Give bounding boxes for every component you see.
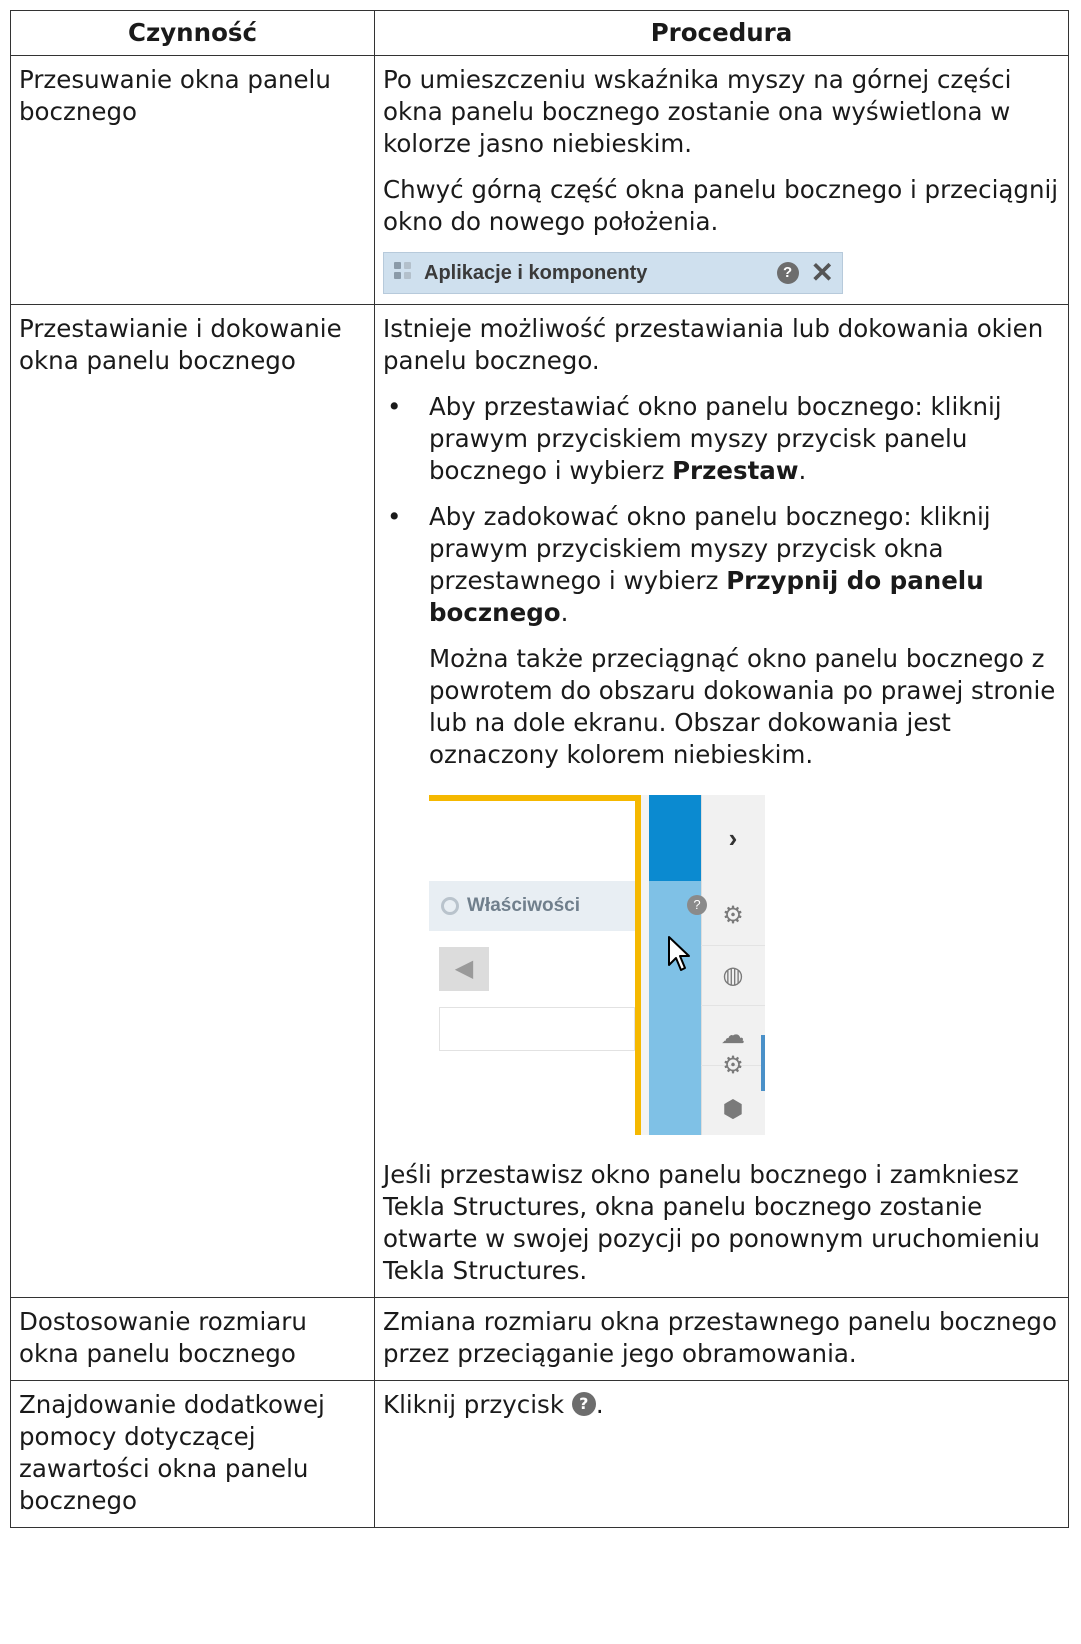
titlebar-label: Aplikacje i komponenty [424,262,648,284]
settings-icon: ⚙ [701,887,765,946]
paragraph: Istnieje możliwość przestawiania lub dok… [383,314,1044,375]
help-icon: ? [776,262,799,284]
paragraph: Kliknij przycisk [383,1390,565,1419]
bullet-bold-text: Przestaw [672,456,799,485]
table-row: Przesuwanie okna panelu bocznego Po umie… [10,55,1069,305]
procedure-cell: Kliknij przycisk ?. [374,1380,1069,1528]
table-row: Przestawianie i dokowanie okna panelu bo… [10,304,1069,1298]
mouse-cursor-icon [668,936,690,971]
bullet-text: . [560,598,569,627]
procedure-cell: Po umieszczeniu wskaźnika myszy na górne… [374,55,1069,305]
paragraph: Chwyć górną część okna panelu bocznego i… [383,175,1059,236]
chevron-right-icon: › [728,823,738,853]
docking-area-highlight [649,795,701,881]
bullet-icon: • [387,502,402,531]
paragraph: Można także przeciągnąć okno panelu bocz… [429,644,1056,769]
sidebar-titlebar-screenshot: Aplikacje i komponenty ? ✕ [383,252,843,294]
panel-title: Właściwości [467,895,580,916]
cube-icon: ⬢ [722,1096,744,1123]
header-procedure: Procedura [374,10,1069,56]
paragraph: Po umieszczeniu wskaźnika myszy na górne… [383,65,1012,158]
globe-icon: ◍ [701,947,765,1006]
close-icon: ✕ [810,257,834,288]
procedure-table: Czynność Procedura Przesuwanie okna pane… [10,10,1069,1528]
procedure-cell: Istnieje możliwość przestawiania lub dok… [374,304,1069,1298]
list-item: • Aby przestawiać okno panelu bocznego: k… [383,391,1060,487]
paragraph: Zmiana rozmiaru okna przestawnego panelu… [383,1307,1057,1368]
table-row: Dostosowanie rozmiaru okna panelu boczne… [10,1297,1069,1381]
input-field [439,1007,635,1051]
docking-screenshot: Właściwości ◀ › ? ⚙ ◍ ☁ ⚙ ⬢ [429,795,765,1135]
panel-border [429,795,641,801]
back-arrow-icon: ◀ [439,947,489,991]
panel-titlebar: Właściwości [429,881,635,931]
procedure-cell: Zmiana rozmiaru okna przestawnego panelu… [374,1297,1069,1381]
header-action: Czynność [10,10,375,56]
help-icon: ? [571,1392,596,1416]
bullet-icon: • [387,392,402,421]
table-row: Znajdowanie dodatkowej pomocy dotyczącej… [10,1380,1069,1528]
gear-icon [441,897,459,915]
applications-grid-icon [394,262,416,284]
action-cell: Dostosowanie rozmiaru okna panelu boczne… [10,1297,375,1381]
paragraph: Jeśli przestawisz okno panelu bocznego i… [383,1160,1040,1285]
bullet-list: • Aby przestawiać okno panelu bocznego: k… [383,391,1060,629]
action-cell: Przesuwanie okna panelu bocznego [10,55,375,305]
action-cell: Znajdowanie dodatkowej pomocy dotyczącej… [10,1380,375,1528]
panel-border [635,795,641,1135]
table-header-row: Czynność Procedura [10,10,1069,56]
bullet-text: . [798,456,807,485]
paragraph-end: . [595,1390,604,1419]
action-cell: Przestawianie i dokowanie okna panelu bo… [10,304,375,1298]
list-item: • Aby zadokować okno panelu bocznego: kli… [383,501,1060,629]
